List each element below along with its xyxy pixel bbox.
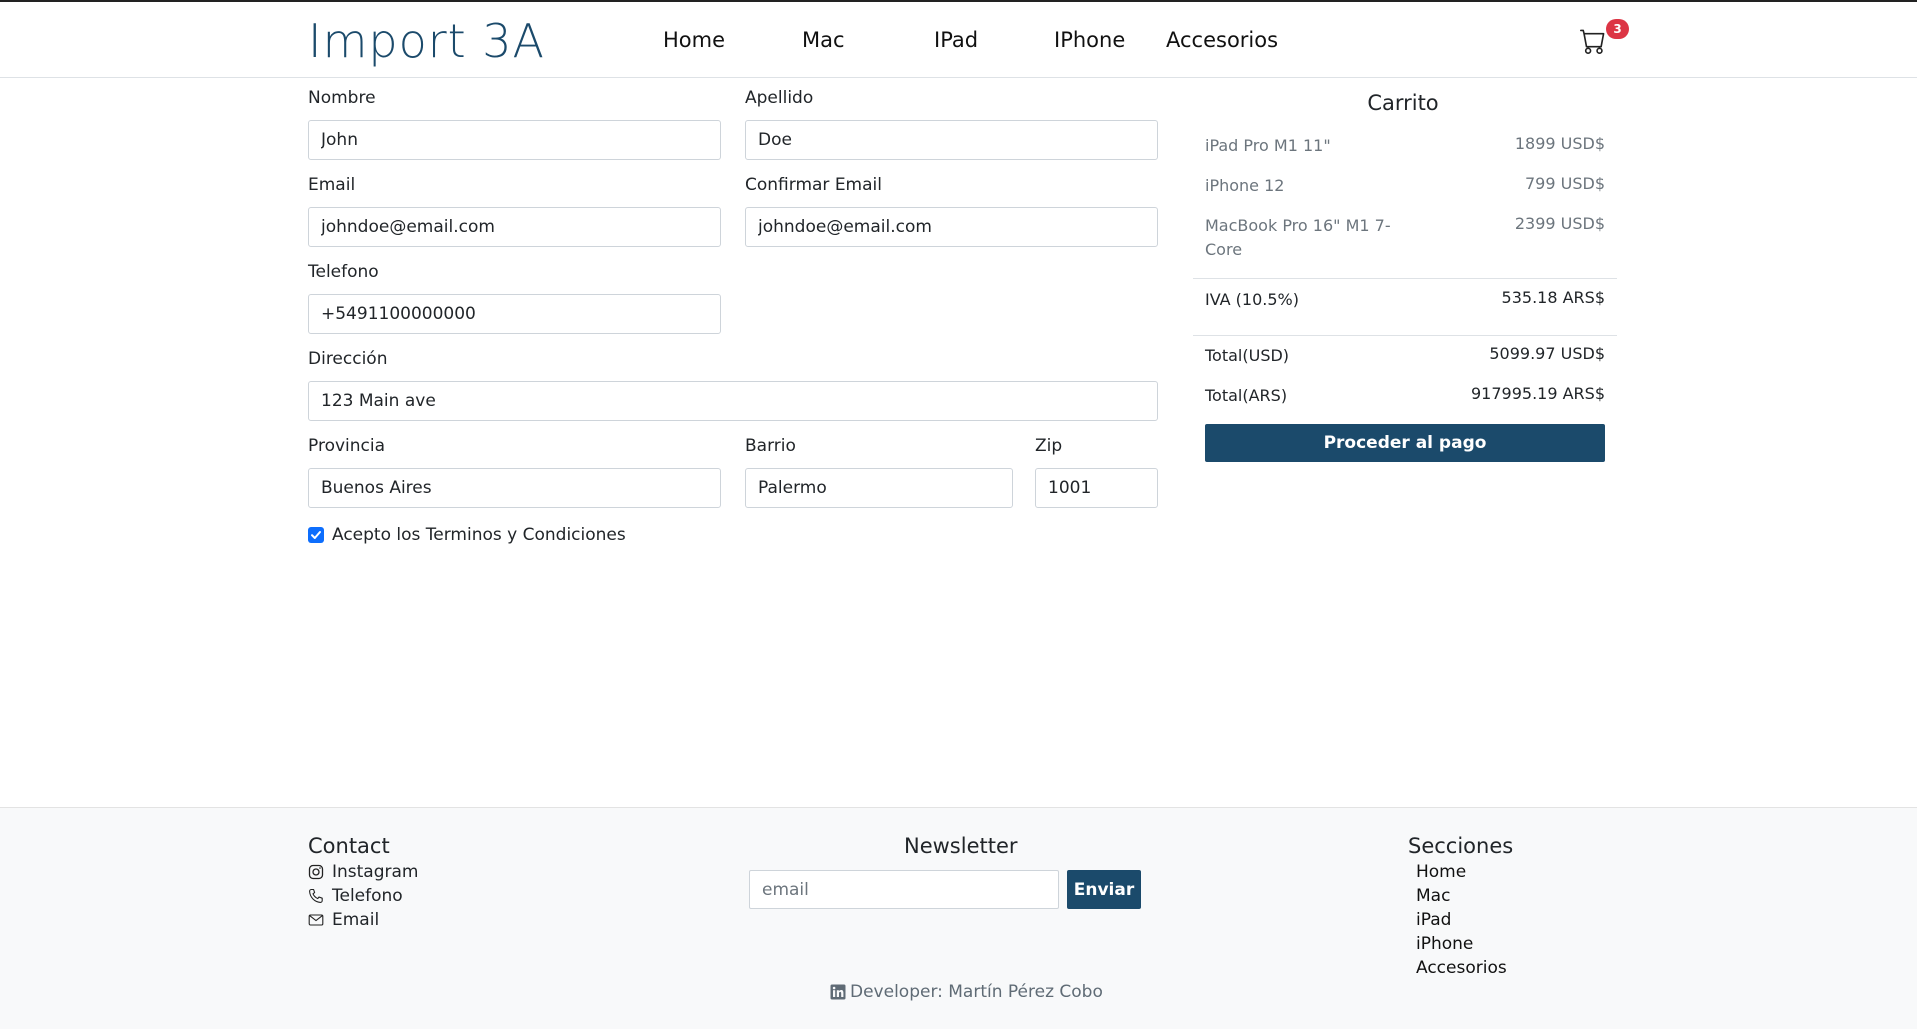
total-usd-value: 5099.97 USD$ — [1489, 344, 1605, 363]
total-ars-value: 917995.19 ARS$ — [1470, 384, 1605, 403]
total-ars-label: Total(ARS) — [1205, 386, 1288, 405]
cart-item: iPad Pro M1 11" 1899 USD$ — [1205, 134, 1605, 158]
contact-telefono-link[interactable]: Telefono — [308, 886, 403, 906]
contact-email-link[interactable]: Email — [308, 910, 379, 930]
newsletter-email-input[interactable] — [749, 870, 1059, 909]
iva-row: IVA (10.5%) 535.18 ARS$ — [1205, 288, 1605, 312]
nav-ipad[interactable]: IPad — [934, 28, 978, 52]
telefono-label: Telefono — [308, 262, 379, 282]
barrio-field[interactable] — [745, 468, 1013, 508]
nav-home[interactable]: Home — [663, 28, 725, 52]
newsletter-send-button[interactable]: Enviar — [1067, 870, 1141, 909]
cart-item: MacBook Pro 16" M1 7-Core 2399 USD$ — [1205, 214, 1605, 262]
confirm-email-field[interactable] — [745, 207, 1158, 247]
terms-checkbox[interactable] — [308, 527, 324, 543]
nav-accesorios[interactable]: Accesorios — [1166, 28, 1278, 52]
cart-item-price: 2399 USD$ — [1514, 214, 1605, 233]
contact-instagram-link[interactable]: Instagram — [308, 862, 419, 882]
phone-icon — [309, 888, 323, 903]
linkedin-icon — [830, 984, 846, 1000]
newsletter-heading: Newsletter — [904, 834, 1018, 858]
cart-title: Carrito — [1367, 91, 1439, 115]
apellido-label: Apellido — [745, 88, 814, 108]
telefono-field[interactable] — [308, 294, 721, 334]
nav-iphone[interactable]: IPhone — [1054, 28, 1125, 52]
navbar: Import 3A Home Mac IPad IPhone Accesorio… — [0, 0, 1917, 78]
footer-section-home[interactable]: Home — [1416, 862, 1466, 882]
apellido-field[interactable] — [745, 120, 1158, 160]
iva-value: 535.18 ARS$ — [1501, 288, 1605, 307]
provincia-field[interactable] — [308, 468, 721, 508]
total-usd-row: Total(USD) 5099.97 USD$ — [1205, 344, 1605, 368]
zip-label: Zip — [1035, 436, 1063, 456]
sections-heading: Secciones — [1408, 834, 1514, 858]
confirm-email-label: Confirmar Email — [745, 175, 882, 195]
provincia-label: Provincia — [308, 436, 386, 456]
developer-credit[interactable]: Developer: Martín Pérez Cobo — [830, 982, 1103, 1002]
nombre-label: Nombre — [308, 88, 376, 108]
email-label: Email — [308, 175, 356, 195]
direccion-field[interactable] — [308, 381, 1158, 421]
footer-section-iphone[interactable]: iPhone — [1416, 934, 1473, 954]
cart-item: iPhone 12 799 USD$ — [1205, 174, 1605, 198]
envelope-icon — [308, 914, 324, 926]
zip-field[interactable] — [1035, 468, 1158, 508]
developer-credit-label: Developer: Martín Pérez Cobo — [850, 982, 1103, 1002]
cart-divider — [1193, 335, 1617, 336]
cart-item-price: 1899 USD$ — [1514, 134, 1605, 153]
cart-item-name: iPhone 12 — [1205, 176, 1285, 195]
footer-section-ipad[interactable]: iPad — [1416, 910, 1451, 930]
cart-icon[interactable] — [1580, 28, 1606, 54]
terms-label: Acepto los Terminos y Condiciones — [332, 525, 626, 545]
nav-mac[interactable]: Mac — [802, 28, 845, 52]
footer-section-accesorios[interactable]: Accesorios — [1416, 958, 1507, 978]
instagram-icon — [308, 864, 324, 880]
contact-instagram-label: Instagram — [332, 862, 419, 882]
nombre-field[interactable] — [308, 120, 721, 160]
email-field[interactable] — [308, 207, 721, 247]
checkmark-icon — [311, 531, 321, 539]
footer-section-mac[interactable]: Mac — [1416, 886, 1450, 906]
cart-item-name: iPad Pro M1 11" — [1205, 136, 1331, 155]
total-usd-label: Total(USD) — [1205, 346, 1290, 365]
proceed-to-payment-button[interactable]: Proceder al pago — [1205, 424, 1605, 462]
contact-telefono-label: Telefono — [332, 886, 403, 906]
direccion-label: Dirección — [308, 349, 388, 369]
cart-count-badge: 3 — [1606, 19, 1629, 39]
barrio-label: Barrio — [745, 436, 796, 456]
cart-item-price: 799 USD$ — [1525, 174, 1605, 193]
total-ars-row: Total(ARS) 917995.19 ARS$ — [1205, 384, 1605, 408]
contact-heading: Contact — [308, 834, 390, 858]
brand-logo[interactable]: Import 3A — [308, 14, 545, 68]
terms-checkbox-row[interactable]: Acepto los Terminos y Condiciones — [308, 525, 626, 545]
iva-label: IVA (10.5%) — [1205, 290, 1299, 309]
cart-divider — [1193, 278, 1617, 279]
cart-item-name: MacBook Pro 16" M1 7-Core — [1205, 216, 1391, 259]
contact-email-label: Email — [332, 910, 380, 930]
